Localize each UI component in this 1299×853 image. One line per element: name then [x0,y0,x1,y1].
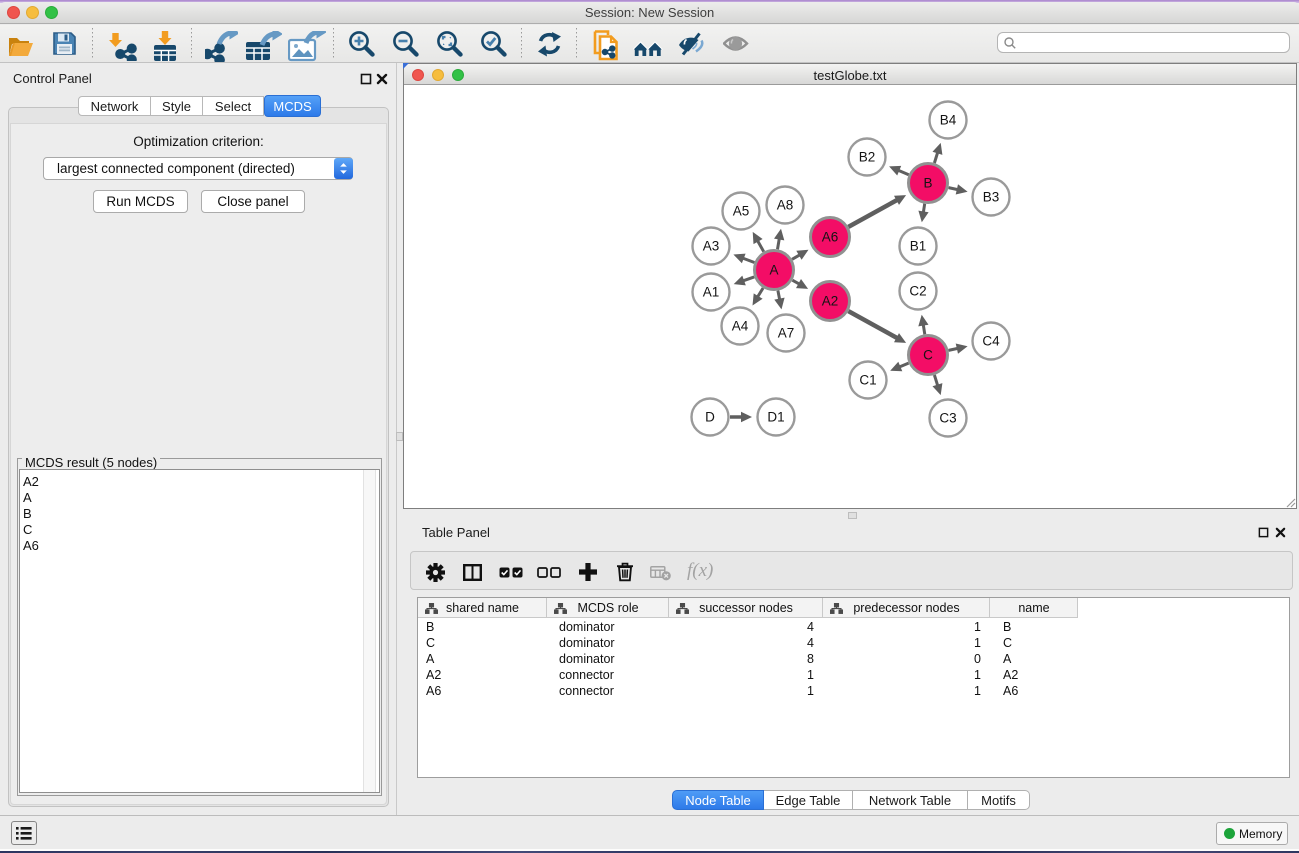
svg-text:D1: D1 [767,410,784,425]
svg-text:A4: A4 [732,319,749,334]
svg-text:D: D [705,410,715,425]
svg-text:B4: B4 [940,113,957,128]
svg-text:A8: A8 [777,198,794,213]
svg-text:A5: A5 [733,204,750,219]
svg-text:A6: A6 [822,230,839,245]
svg-text:A1: A1 [703,285,720,300]
svg-text:A2: A2 [822,294,839,309]
svg-text:B2: B2 [859,150,876,165]
svg-text:C3: C3 [939,411,956,426]
svg-text:A7: A7 [778,326,795,341]
svg-text:C1: C1 [859,373,876,388]
svg-text:B: B [923,176,932,191]
svg-text:B1: B1 [910,239,927,254]
svg-text:C: C [923,348,933,363]
svg-text:C2: C2 [909,284,926,299]
svg-text:A3: A3 [703,239,720,254]
svg-text:B3: B3 [983,190,1000,205]
svg-text:C4: C4 [982,334,1000,349]
svg-text:A: A [769,263,778,278]
